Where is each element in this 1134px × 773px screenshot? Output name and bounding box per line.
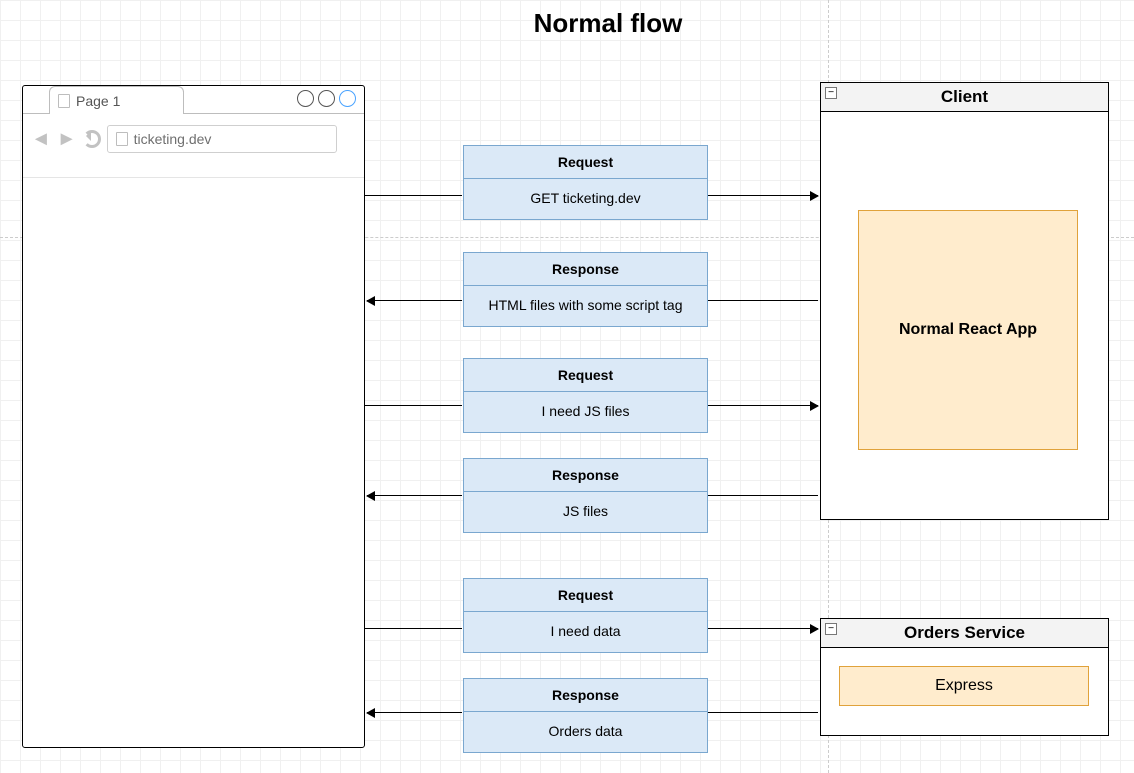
window-controls <box>297 90 356 107</box>
arrow <box>708 628 818 629</box>
arrow <box>367 712 462 713</box>
tab-label: Page 1 <box>76 93 120 109</box>
react-app-box: Normal React App <box>858 210 1078 450</box>
msg-request-get: Request GET ticketing.dev <box>463 145 708 220</box>
browser-toolbar: ◄ ► ticketing.dev <box>31 124 356 154</box>
window-control-1-icon[interactable] <box>297 90 314 107</box>
reload-icon[interactable] <box>83 130 101 148</box>
back-icon[interactable]: ◄ <box>31 129 51 149</box>
window-control-2-icon[interactable] <box>318 90 335 107</box>
arrow <box>708 195 818 196</box>
arrow <box>365 195 462 196</box>
page-icon <box>116 132 128 146</box>
arrow <box>365 628 462 629</box>
orders-panel-title: − Orders Service <box>821 619 1108 648</box>
url-text: ticketing.dev <box>134 131 212 147</box>
browser-window: Page 1 ◄ ► ticketing.dev <box>22 85 365 748</box>
msg-request-data: Request I need data <box>463 578 708 653</box>
address-bar[interactable]: ticketing.dev <box>107 125 337 153</box>
client-panel-title: − Client <box>821 83 1108 112</box>
window-control-3-icon[interactable] <box>339 90 356 107</box>
browser-tab[interactable]: Page 1 <box>49 86 184 114</box>
arrow <box>367 495 462 496</box>
browser-chrome: Page 1 ◄ ► ticketing.dev <box>23 86 364 178</box>
arrow <box>365 405 462 406</box>
page-icon <box>58 94 70 108</box>
arrow <box>708 712 818 713</box>
diagram-title: Normal flow <box>468 8 748 39</box>
msg-response-orders: Response Orders data <box>463 678 708 753</box>
arrow <box>708 495 818 496</box>
client-panel: − Client Normal React App <box>820 82 1109 520</box>
arrow <box>708 300 818 301</box>
msg-response-jsfiles: Response JS files <box>463 458 708 533</box>
msg-response-html: Response HTML files with some script tag <box>463 252 708 327</box>
forward-icon[interactable]: ► <box>57 129 77 149</box>
msg-request-js: Request I need JS files <box>463 358 708 433</box>
arrow <box>708 405 818 406</box>
collapse-icon[interactable]: − <box>825 623 837 635</box>
arrow <box>367 300 462 301</box>
collapse-icon[interactable]: − <box>825 87 837 99</box>
express-box: Express <box>839 666 1089 706</box>
orders-panel: − Orders Service Express <box>820 618 1109 736</box>
